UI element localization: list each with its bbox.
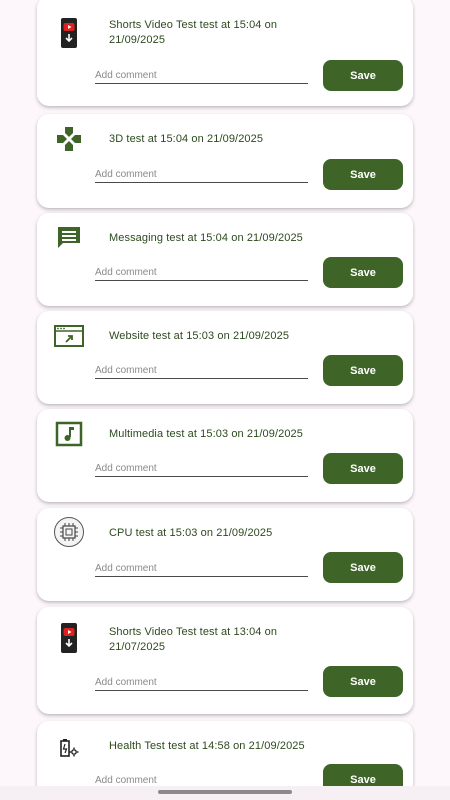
home-gesture-handle[interactable] — [158, 790, 292, 794]
result-title: Shorts Video Test test at 15:04 on 21/09… — [109, 19, 278, 46]
comment-input[interactable] — [95, 68, 308, 84]
result-title: 3D test at 15:04 on 21/09/2025 — [109, 133, 264, 145]
result-title: Website test at 15:03 on 21/09/2025 — [109, 330, 290, 342]
navigation-bar — [0, 786, 450, 800]
result-card: Shorts Video Test test at 13:04 on 21/07… — [37, 607, 413, 714]
comment-input[interactable] — [95, 167, 308, 183]
result-card: 3D test at 15:04 on 21/09/2025 Save — [37, 114, 413, 208]
result-title: Multimedia test at 15:03 on 21/09/2025 — [109, 428, 303, 440]
result-title: Health Test test at 14:58 on 21/09/2025 — [109, 740, 305, 752]
comment-input[interactable] — [95, 363, 308, 379]
website-icon — [53, 321, 85, 351]
result-card: Multimedia test at 15:03 on 21/09/2025 S… — [37, 409, 413, 502]
comment-input[interactable] — [95, 461, 308, 477]
save-button[interactable]: Save — [323, 355, 403, 386]
message-icon — [55, 223, 83, 253]
result-card: Website test at 15:03 on 21/09/2025 Save — [37, 311, 413, 404]
music-note-icon — [55, 419, 83, 449]
comment-input[interactable] — [95, 675, 308, 691]
result-title: CPU test at 15:03 on 21/09/2025 — [109, 527, 273, 539]
cpu-chip-icon — [53, 517, 85, 547]
save-button[interactable]: Save — [323, 60, 403, 91]
phone-video-icon — [55, 18, 83, 48]
battery-gear-icon — [55, 733, 83, 763]
phone-video-icon — [55, 623, 83, 653]
result-title: Messaging test at 15:04 on 21/09/2025 — [109, 232, 303, 244]
save-button[interactable]: Save — [323, 257, 403, 288]
save-button[interactable]: Save — [323, 453, 403, 484]
result-card: Shorts Video Test test at 15:04 on 21/09… — [37, 0, 413, 106]
save-button[interactable]: Save — [323, 666, 403, 697]
gamepad-icon — [55, 124, 83, 154]
result-card: Messaging test at 15:04 on 21/09/2025 Sa… — [37, 213, 413, 306]
result-card: CPU test at 15:03 on 21/09/2025 Save — [37, 508, 413, 601]
test-history-screen: Shorts Video Test test at 15:04 on 21/09… — [0, 0, 450, 800]
save-button[interactable]: Save — [323, 159, 403, 190]
comment-input[interactable] — [95, 561, 308, 577]
result-title: Shorts Video Test test at 13:04 on 21/07… — [109, 626, 278, 653]
comment-input[interactable] — [95, 265, 308, 281]
save-button[interactable]: Save — [323, 552, 403, 583]
